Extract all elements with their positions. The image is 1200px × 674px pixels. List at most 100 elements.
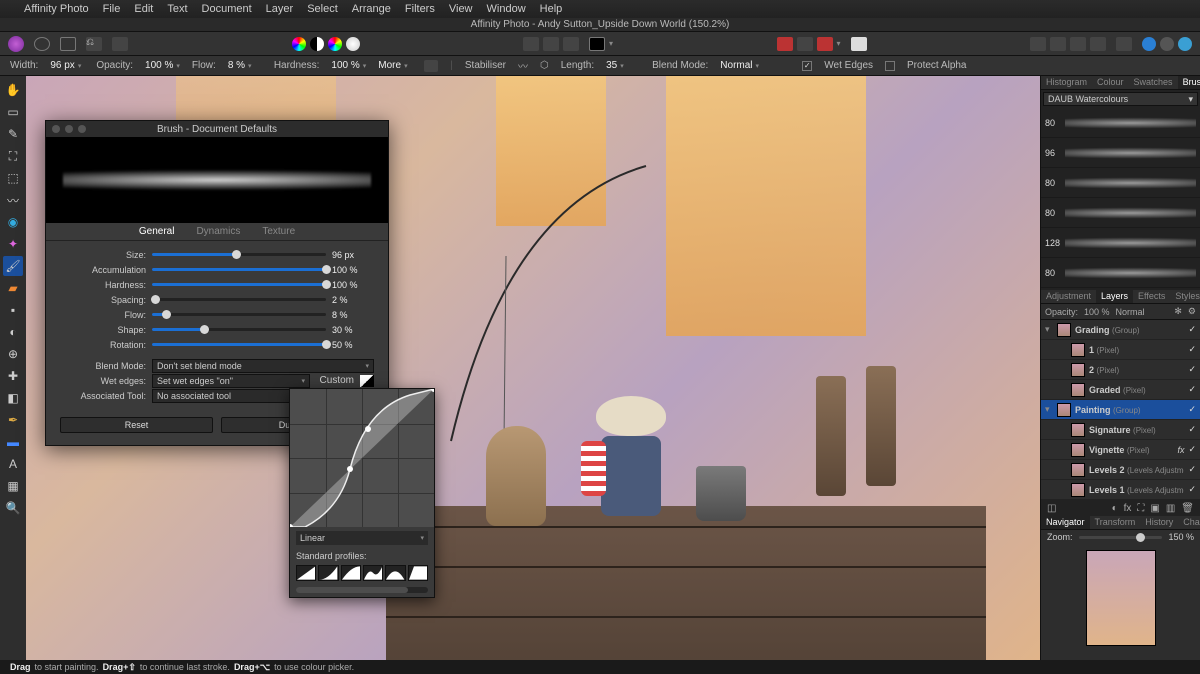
tab-dynamics[interactable]: Dynamics <box>196 226 240 237</box>
paint-brush-tool-icon[interactable]: 🖌 <box>3 256 23 276</box>
dialog-header[interactable]: Brush - Document Defaults <box>46 121 388 137</box>
flow-field[interactable]: 8 % <box>228 60 262 71</box>
shape-tool-icon[interactable]: ▬ <box>3 432 23 452</box>
layer-settings-icon[interactable]: ✻ <box>1174 306 1182 317</box>
close-icon[interactable] <box>52 125 60 133</box>
selection-sub-icon[interactable] <box>563 37 579 51</box>
healing-tool-icon[interactable]: ✚ <box>3 366 23 386</box>
profile-preset[interactable] <box>296 565 316 581</box>
profile-preset[interactable] <box>408 565 428 581</box>
layer-row[interactable]: 2 (Pixel)✓ <box>1041 360 1200 380</box>
layer-row[interactable]: Levels 2 (Levels Adjustment)✓ <box>1041 460 1200 480</box>
opacity-field[interactable]: 100 % <box>145 60 180 71</box>
slider[interactable] <box>152 328 326 331</box>
custom-curve-icon[interactable] <box>360 375 374 387</box>
colour-picker-icon[interactable]: ✎ <box>3 124 23 144</box>
hardness-field[interactable]: 100 % <box>331 60 366 71</box>
layer-blend-select[interactable]: Normal <box>1116 307 1169 317</box>
menu-filters[interactable]: Filters <box>405 3 435 15</box>
tab-brushes[interactable]: Brushes <box>1178 76 1200 89</box>
force-pixel-icon[interactable] <box>817 37 833 51</box>
assistant-icon[interactable] <box>851 37 867 51</box>
tab-transform[interactable]: Transform <box>1090 516 1141 529</box>
selection-new-icon[interactable] <box>523 37 539 51</box>
brush-category-select[interactable]: DAUB Watercolours▾ <box>1043 92 1198 106</box>
menu-select[interactable]: Select <box>307 3 338 15</box>
slider[interactable] <box>152 313 326 316</box>
brush-preset[interactable]: 80 <box>1041 258 1200 288</box>
layer-row[interactable]: Signature (Pixel)✓ <box>1041 420 1200 440</box>
profile-preset[interactable] <box>385 565 405 581</box>
dodge-tool-icon[interactable]: ◐ <box>3 322 23 342</box>
tab-history[interactable]: History <box>1140 516 1178 529</box>
zoom-value[interactable]: 150 % <box>1168 532 1194 542</box>
layer-row[interactable]: Levels 1 (Levels Adjustment)✓ <box>1041 480 1200 500</box>
snap-icon[interactable] <box>797 37 813 51</box>
brush-preset[interactable]: 96 <box>1041 138 1200 168</box>
persona-liquify-icon[interactable] <box>34 37 50 51</box>
account-icon[interactable] <box>1142 37 1156 51</box>
colour-wheel2-icon[interactable] <box>328 37 342 51</box>
colour-wheel-icon[interactable] <box>292 37 306 51</box>
align-icon[interactable] <box>1116 37 1132 51</box>
profiles-scrollbar[interactable] <box>296 587 428 593</box>
profile-preset[interactable] <box>318 565 338 581</box>
greyscale-icon[interactable] <box>310 37 324 51</box>
pixel-tool-icon[interactable]: ▪ <box>3 300 23 320</box>
move-tool-icon[interactable]: ▭ <box>3 102 23 122</box>
erase-tool-icon[interactable]: ◧ <box>3 388 23 408</box>
slider[interactable] <box>152 268 326 271</box>
freehand-select-icon[interactable]: 〰 <box>3 190 23 210</box>
arrange-backward-icon[interactable] <box>1050 37 1066 51</box>
zoom-tool-icon[interactable]: 🔍 <box>3 498 23 518</box>
navigator-preview[interactable] <box>1086 550 1156 646</box>
menu-file[interactable]: File <box>103 3 121 15</box>
pen-tool-icon[interactable]: ✒ <box>3 410 23 430</box>
wet-edges-checkbox[interactable]: ✓ <box>802 61 812 71</box>
persona-tone-icon[interactable]: ⎌ <box>86 37 102 51</box>
mask-icon[interactable]: ◫ <box>1047 503 1056 514</box>
layer-row[interactable]: ▾Painting (Group)✓ <box>1041 400 1200 420</box>
tab-navigator[interactable]: Navigator <box>1041 516 1090 529</box>
tab-texture[interactable]: Texture <box>262 226 295 237</box>
length-field[interactable]: 35 <box>606 60 640 71</box>
group-icon[interactable]: ▣ <box>1150 503 1159 514</box>
sphere-icon[interactable] <box>346 37 360 51</box>
tab-adjustment[interactable]: Adjustment <box>1041 290 1096 303</box>
dlg-wetedges-select[interactable]: Set wet edges "on" <box>152 374 310 388</box>
app-name[interactable]: Affinity Photo <box>24 3 89 15</box>
slider[interactable] <box>152 253 326 256</box>
tab-styles[interactable]: Styles <box>1170 290 1200 303</box>
tab-swatches[interactable]: Swatches <box>1129 76 1178 89</box>
layer-cog-icon[interactable]: ⚙ <box>1188 306 1196 317</box>
crop-tool-icon[interactable]: ⛶ <box>3 146 23 166</box>
arrange-front-icon[interactable] <box>1090 37 1106 51</box>
layer-row[interactable]: 1 (Pixel)✓ <box>1041 340 1200 360</box>
help-icon[interactable] <box>1160 37 1174 51</box>
profile-preset[interactable] <box>363 565 383 581</box>
profile-preset[interactable] <box>341 565 361 581</box>
brush-preset[interactable]: 80 <box>1041 108 1200 138</box>
menu-layer[interactable]: Layer <box>266 3 294 15</box>
more-button[interactable]: More <box>378 60 412 71</box>
quickmask-icon[interactable] <box>589 37 605 51</box>
zoom-slider[interactable] <box>1079 536 1163 539</box>
slider[interactable] <box>152 283 326 286</box>
delete-layer-icon[interactable]: 🗑 <box>1181 503 1194 514</box>
tab-channels[interactable]: Channels <box>1178 516 1200 529</box>
snap-grid-icon[interactable] <box>777 37 793 51</box>
minimize-icon[interactable] <box>65 125 73 133</box>
brush-preset[interactable]: 80 <box>1041 168 1200 198</box>
selection-tool-icon[interactable]: ⬚ <box>3 168 23 188</box>
layer-row[interactable]: ▾Grading (Group)✓ <box>1041 320 1200 340</box>
tab-colour[interactable]: Colour <box>1092 76 1129 89</box>
slider[interactable] <box>152 298 326 301</box>
pressure-icon[interactable] <box>424 60 438 72</box>
blendmode-select[interactable]: Normal <box>720 60 790 71</box>
dlg-blendmode-select[interactable]: Don't set blend mode <box>152 359 374 373</box>
layer-opacity-field[interactable]: 100 % <box>1084 307 1110 317</box>
add-layer-icon[interactable]: ▥ <box>1166 503 1175 514</box>
protect-alpha-checkbox[interactable] <box>885 61 895 71</box>
tab-general[interactable]: General <box>139 226 175 237</box>
fill-tool-icon[interactable]: ▰ <box>3 278 23 298</box>
